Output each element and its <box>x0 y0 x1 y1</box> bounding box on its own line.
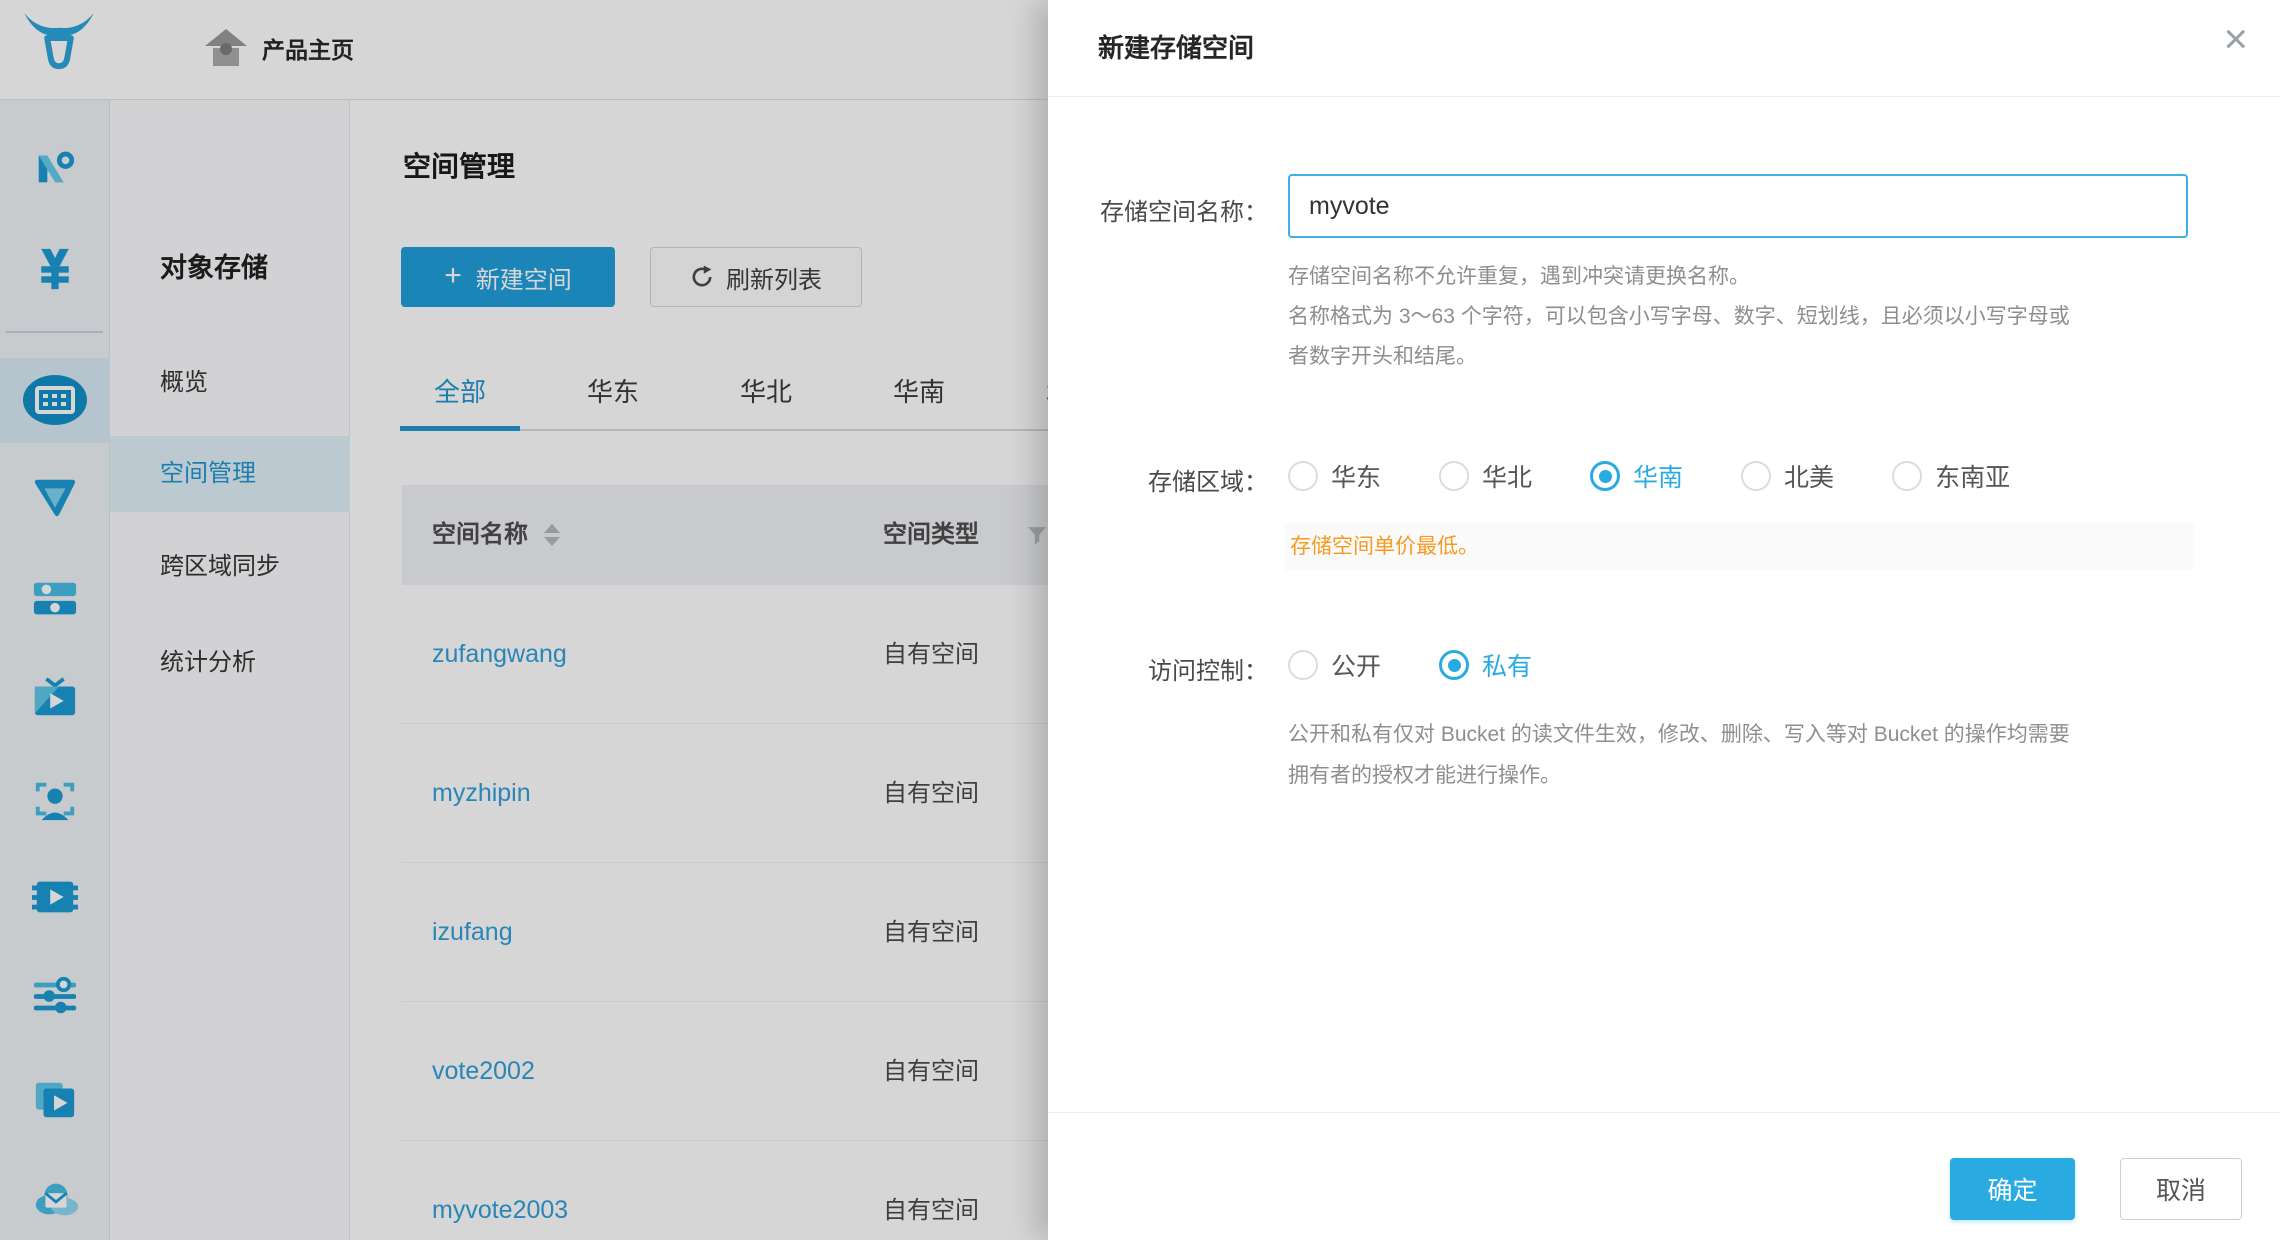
radio-dongnanya[interactable]: 东南亚 <box>1892 458 2010 494</box>
radio-public[interactable]: 公开 <box>1288 647 1381 683</box>
radio-huanan[interactable]: 华南 <box>1590 458 1683 494</box>
modal-overlay[interactable] <box>0 0 1048 1240</box>
drawer-footer: 确定 取消 <box>1048 1112 2280 1240</box>
create-bucket-drawer: 新建存储空间 × 存储空间名称： 存储空间名称不允许重复，遇到冲突请更换名称。 … <box>1048 0 2280 1240</box>
radio-circle-icon <box>1288 461 1318 491</box>
confirm-button[interactable]: 确定 <box>1950 1158 2075 1220</box>
radio-private[interactable]: 私有 <box>1439 647 1532 683</box>
radio-circle-icon <box>1892 461 1922 491</box>
radio-circle-icon <box>1439 650 1469 680</box>
radio-circle-icon <box>1590 461 1620 491</box>
drawer-title: 新建存储空间 <box>1098 0 1254 97</box>
radio-circle-icon <box>1439 461 1469 491</box>
radio-beimei[interactable]: 北美 <box>1741 458 1834 494</box>
app: 产品主页 <box>0 0 2280 1240</box>
drawer-header: 新建存储空间 × <box>1048 0 2280 97</box>
radio-huabei[interactable]: 华北 <box>1439 458 1532 494</box>
region-label: 存储区域： <box>1078 462 1268 497</box>
bucket-name-help: 存储空间名称不允许重复，遇到冲突请更换名称。 名称格式为 3～63 个字符，可以… <box>1288 257 2070 377</box>
cancel-button[interactable]: 取消 <box>2120 1158 2242 1220</box>
access-help: 公开和私有仅对 Bucket 的读文件生效，修改、删除、写入等对 Bucket … <box>1288 714 2070 796</box>
radio-circle-icon <box>1288 650 1318 680</box>
close-icon[interactable]: × <box>2223 18 2248 60</box>
access-radio-group: 公开 私有 <box>1288 637 1590 693</box>
region-price-note: 存储空间单价最低。 <box>1284 523 2194 570</box>
radio-circle-icon <box>1741 461 1771 491</box>
access-label: 访问控制： <box>1078 651 1268 686</box>
bucket-name-label: 存储空间名称： <box>1078 192 1268 227</box>
bucket-name-input[interactable] <box>1288 174 2188 238</box>
radio-huadong[interactable]: 华东 <box>1288 458 1381 494</box>
region-radio-group: 华东 华北 华南 北美 东南亚 <box>1288 448 2068 504</box>
